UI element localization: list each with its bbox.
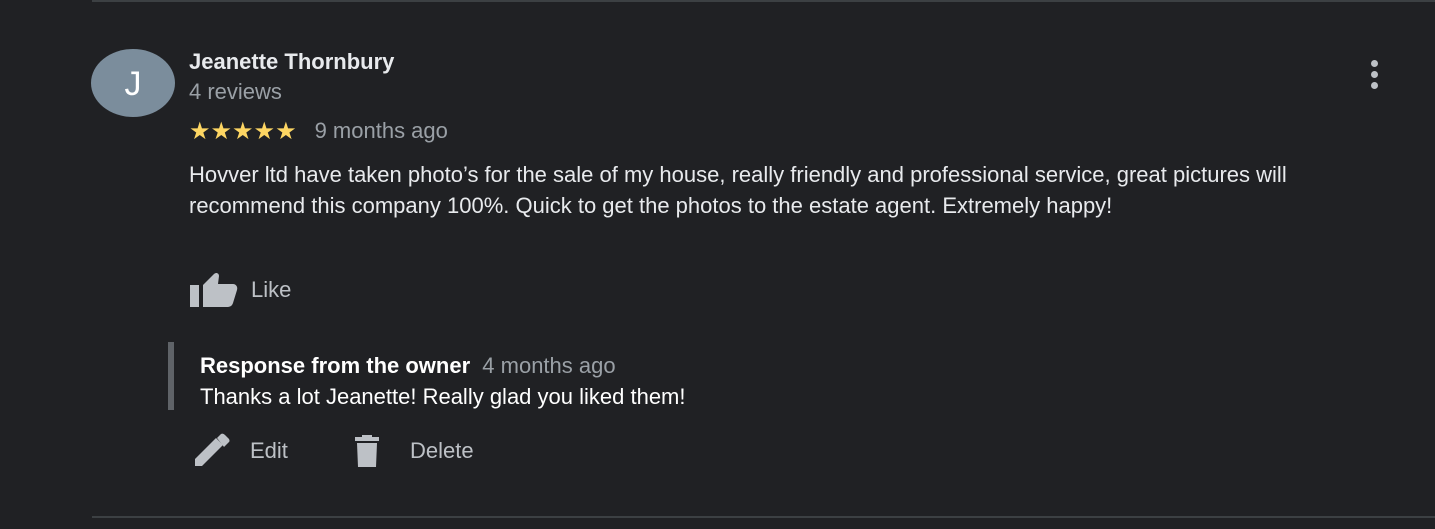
- delete-button[interactable]: Delete: [352, 430, 474, 472]
- pencil-icon: [195, 433, 230, 466]
- delete-label: Delete: [410, 438, 474, 463]
- more-options-button[interactable]: [1359, 56, 1389, 92]
- more-vert-icon: [1370, 59, 1378, 67]
- edit-label: Edit: [250, 438, 288, 463]
- top-divider: [92, 0, 1435, 2]
- reviewer-name[interactable]: Jeanette Thornbury: [189, 49, 394, 75]
- review-count: 4 reviews: [189, 79, 282, 104]
- owner-response-header: Response from the owner 4 months ago: [200, 353, 616, 379]
- trash-icon: [355, 435, 379, 467]
- owner-response-date: 4 months ago: [482, 353, 616, 378]
- owner-response-text: Thanks a lot Jeanette! Really glad you l…: [200, 384, 686, 409]
- rating-row: ★★★★★ 9 months ago: [189, 116, 448, 146]
- review-card: J Jeanette Thornbury 4 reviews ★★★★★ 9 m…: [0, 0, 1435, 529]
- review-text: Hovver ltd have taken photo’s for the sa…: [189, 162, 1287, 218]
- thumb-up-icon: [190, 272, 238, 307]
- review-date: 9 months ago: [314, 118, 448, 143]
- bottom-divider: [92, 516, 1435, 518]
- avatar[interactable]: J: [91, 49, 175, 117]
- response-quote-bar: [168, 342, 174, 410]
- owner-response-title: Response from the owner: [200, 353, 471, 378]
- star-rating: ★★★★★: [189, 117, 297, 145]
- edit-button[interactable]: Edit: [192, 430, 288, 472]
- like-button[interactable]: Like: [189, 270, 291, 310]
- like-label: Like: [251, 277, 292, 302]
